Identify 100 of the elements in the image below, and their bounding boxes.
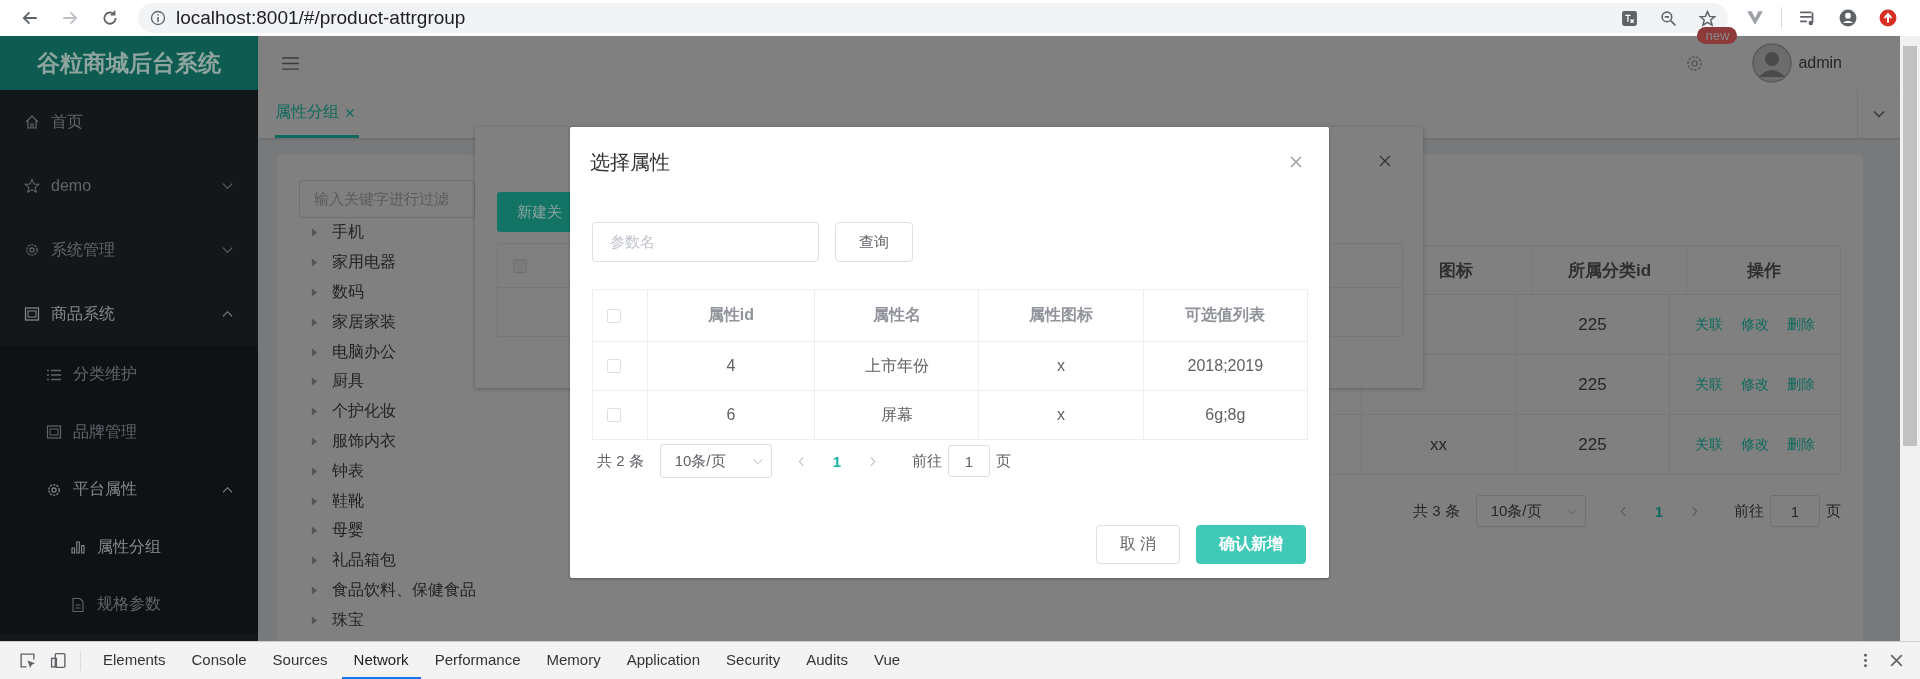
menu-item[interactable]: 分类维护 [0,346,258,404]
bar-chart-icon [70,539,86,556]
cancel-button[interactable]: 取 消 [1096,525,1180,564]
devtools-tab[interactable]: Application [614,642,713,679]
chevron-icon [222,246,233,254]
table-cell: 6 [726,406,736,424]
table-cell: 225 [1578,314,1607,335]
previous-page-icon[interactable] [1619,505,1627,517]
caret-icon[interactable] [311,347,318,357]
menu-item[interactable]: demo [0,154,258,218]
reload-icon[interactable] [101,9,119,27]
inspect-icon[interactable] [19,652,36,669]
devtools-tab[interactable]: Performance [422,642,533,679]
table-cell: 2018;2019 [1187,357,1264,375]
table-cell: 6g;8g [1205,406,1246,424]
tree-node[interactable]: 母婴 [332,520,364,542]
caret-icon[interactable] [311,496,318,506]
tree-node[interactable]: 电脑办公 [332,341,396,363]
devtools-tab[interactable]: Memory [534,642,613,679]
tree-node[interactable]: 个护化妆 [332,401,396,423]
column-header: 所属分类id [1567,259,1652,282]
caret-icon[interactable] [311,466,318,476]
devtools-tab[interactable]: Network [341,642,421,679]
menu-item[interactable]: 系统管理 [0,218,258,282]
gear-icon [46,481,62,498]
tree-node[interactable]: 鞋靴 [332,490,364,512]
menu-item[interactable]: 属性分组 [0,518,258,576]
close-icon[interactable] [1888,652,1905,669]
next-page-icon[interactable] [1691,505,1698,517]
chevron-icon [1873,110,1885,118]
tree-node[interactable]: 家用电器 [332,252,396,274]
translate-icon[interactable] [1621,9,1638,27]
tree-node[interactable]: 数码 [332,282,364,303]
devtools-tab[interactable]: Vue [861,642,913,679]
extension-icon[interactable] [1746,9,1764,27]
tree-node[interactable]: 服饰内衣 [332,430,396,452]
caret-icon[interactable] [311,556,318,566]
menu-icon[interactable] [282,56,299,70]
column-header: 图标 [1438,259,1473,282]
page-size-select[interactable]: 10条/页 [659,444,772,478]
address-bar[interactable]: localhost:8001/#/product-attrgroup [138,3,1728,33]
goto-label: 前往 [912,451,943,471]
page-size-select[interactable]: 10条/页 [1475,495,1586,527]
tree-node[interactable]: 手机 [332,222,364,244]
menu-item[interactable]: 首页 [0,90,258,154]
tree-node[interactable]: 珠宝 [332,609,364,631]
caret-icon[interactable] [311,288,318,297]
window-icon [24,306,40,322]
settings-icon[interactable] [1685,53,1705,73]
caret-icon[interactable] [311,436,318,446]
devtools-tab[interactable]: Console [179,642,259,679]
caret-icon[interactable] [311,407,318,417]
account-icon[interactable] [1839,9,1857,27]
update-icon[interactable] [1879,9,1897,27]
menu-item[interactable]: 品牌管理 [0,403,258,461]
table-cell-text: 屏幕 [880,404,913,425]
chevron-icon [222,182,233,190]
menu-item[interactable]: 规格参数 [0,576,258,634]
devtools-tab[interactable]: Security [714,642,793,679]
confirm-button[interactable]: 确认新增 [1196,525,1306,564]
window-icon [46,424,62,441]
chevron-icon [222,485,233,494]
zoom-icon[interactable] [1660,9,1677,27]
search-button[interactable]: 查询 [835,222,913,262]
caret-icon[interactable] [311,377,318,387]
forward-icon[interactable] [61,9,79,27]
tree-node[interactable]: 食品饮料、保健食品 [332,579,476,601]
caret-icon[interactable] [311,228,318,238]
close-icon[interactable] [1379,155,1391,167]
total-count: 共 3 条 [1412,501,1460,521]
caret-icon[interactable] [311,585,318,595]
device-icon[interactable] [50,652,67,669]
devtools-tab[interactable]: Sources [260,642,340,679]
tree-node[interactable]: 家居家装 [332,311,396,333]
star-icon[interactable] [1699,9,1716,27]
next-page-icon[interactable] [869,455,877,467]
page-input[interactable]: 1 [1770,495,1820,527]
menu-item[interactable]: 商品系统 [0,282,258,346]
chevron-icon [752,457,763,465]
previous-page-icon[interactable] [797,455,805,467]
back-icon[interactable] [21,9,39,27]
close-icon[interactable] [1290,156,1302,168]
tree-node[interactable]: 礼品箱包 [332,550,396,572]
caret-icon[interactable] [311,615,318,625]
caret-icon[interactable] [311,526,318,536]
caret-icon[interactable] [311,317,318,327]
tree-node[interactable]: 钟表 [332,460,364,482]
column-header: 属性名 [872,305,921,325]
avatar[interactable] [1752,43,1793,83]
devtools-tab[interactable]: Elements [91,642,178,679]
menu-item[interactable]: 平台属性 [0,461,258,519]
devtools-tab[interactable]: Audits [794,642,860,679]
tree-node[interactable]: 厨具 [332,371,364,393]
url-text: localhost:8001/#/product-attrgroup [176,7,467,29]
user-name[interactable]: admin [1798,54,1842,72]
scrollbar[interactable] [1900,36,1920,641]
caret-icon[interactable] [311,258,318,268]
page-input[interactable]: 1 [948,445,991,477]
column-header: 属性id [707,305,755,325]
page-number[interactable]: 1 [832,452,842,470]
